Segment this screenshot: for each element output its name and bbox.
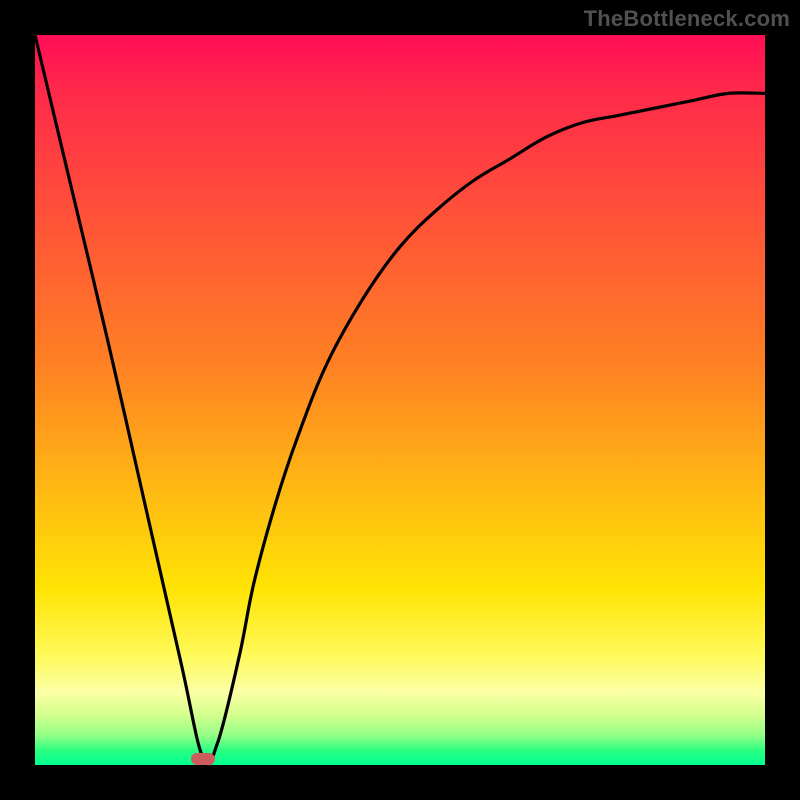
optimal-point-marker xyxy=(191,753,215,765)
watermark-text: TheBottleneck.com xyxy=(584,6,790,32)
plot-area xyxy=(35,35,765,765)
bottleneck-curve xyxy=(35,35,765,765)
chart-container: TheBottleneck.com xyxy=(0,0,800,800)
